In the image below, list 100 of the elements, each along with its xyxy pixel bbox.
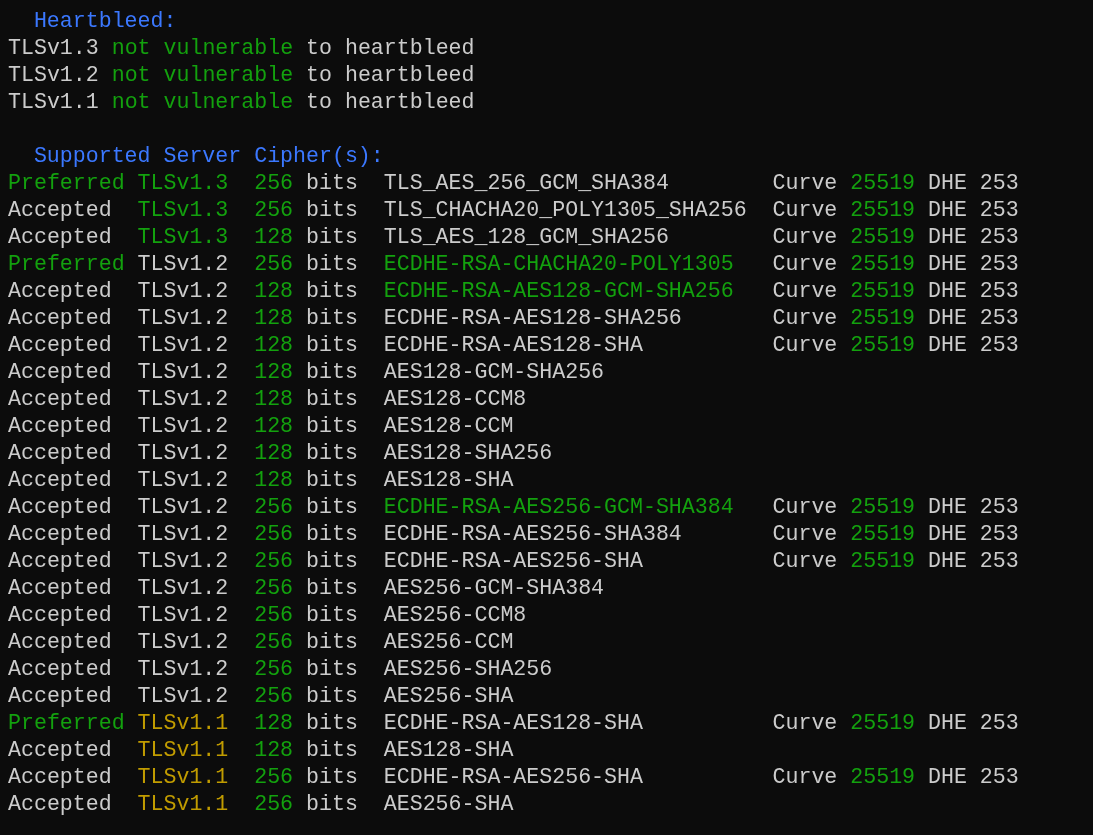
curve-value: 25519 [850,332,916,359]
cipher-text: ECDHE-RSA-AES256-SHA [383,549,643,573]
key-size-text: 256 [254,575,294,602]
status-text: Accepted [8,441,112,465]
protocol-text: TLSv1.1 [137,765,229,789]
dhe-text: DHE 253 [928,224,1019,251]
key-size-text: 128 [254,278,294,305]
key-size-text: 128 [254,710,294,737]
unit-text: bits [306,791,358,818]
key-size-text: 256 [254,764,294,791]
protocol-text: TLSv1.3 [137,171,229,195]
protocol-text: TLSv1.1 [137,792,229,816]
status-text: Accepted [8,360,112,384]
curve-label: Curve [772,278,838,305]
cipher-text: AES256-SHA256 [383,657,553,681]
key-size-text: 256 [254,494,294,521]
dhe-text: DHE 253 [928,332,1019,359]
curve-label: Curve [772,251,838,278]
curve-value: 25519 [850,278,916,305]
unit-text: bits [306,224,358,251]
unit-text: bits [306,170,358,197]
dhe-text: DHE 253 [928,494,1019,521]
status-text: Accepted [8,684,112,708]
cipher-text: ECDHE-RSA-AES256-SHA384 [383,522,682,546]
curve-value: 25519 [850,224,916,251]
curve-label: Curve [772,521,838,548]
dhe-text: DHE 253 [928,764,1019,791]
cipher-text: ECDHE-RSA-AES128-SHA [383,333,643,357]
curve-value: 25519 [850,305,916,332]
unit-text: bits [306,710,358,737]
unit-text: bits [306,467,358,494]
section-heading: Supported Server Cipher(s): [32,143,385,170]
key-size-text: 256 [254,251,294,278]
protocol-text: TLSv1.1 [137,738,229,762]
cipher-text: ECDHE-RSA-AES128-SHA256 [383,306,682,330]
curve-value: 25519 [850,197,916,224]
curve-label: Curve [772,305,838,332]
status-text: Accepted [8,522,112,546]
curve-value: 25519 [850,521,916,548]
key-size-text: 128 [254,467,294,494]
section-heading: Heartbleed: [32,8,178,35]
curve-label: Curve [772,548,838,575]
protocol-text: TLSv1.2 [137,468,229,492]
curve-value: 25519 [850,251,916,278]
status-text: Preferred [8,171,125,195]
protocol-text: TLSv1.2 [137,360,229,384]
unit-text: bits [306,440,358,467]
status-text: Accepted [8,792,112,816]
cipher-text: ECDHE-RSA-AES128-GCM-SHA256 [383,279,734,303]
cipher-text: AES256-CCM [383,630,514,654]
status-text: Accepted [8,198,112,222]
unit-text: bits [306,656,358,683]
status-text: Accepted [8,765,112,789]
status-text: Accepted [8,333,112,357]
status-text: Accepted [8,306,112,330]
result-text: to heartbleed [306,62,475,89]
cipher-text: AES256-GCM-SHA384 [383,576,605,600]
curve-value: 25519 [850,710,916,737]
protocol-text: TLSv1.2 [137,495,229,519]
status-text: not vulnerable [111,62,294,89]
curve-value: 25519 [850,764,916,791]
status-text: Accepted [8,225,112,249]
protocol-text: TLSv1.3 [137,225,229,249]
key-size-text: 256 [254,197,294,224]
dhe-text: DHE 253 [928,521,1019,548]
unit-text: bits [306,278,358,305]
status-text: not vulnerable [111,89,294,116]
cipher-text: AES256-CCM8 [383,603,527,627]
status-text: Accepted [8,657,112,681]
protocol-text: TLSv1.2 [137,387,229,411]
key-size-text: 128 [254,386,294,413]
protocol-text: TLSv1.1 [8,89,99,116]
status-text: Accepted [8,738,112,762]
key-size-text: 128 [254,737,294,764]
protocol-text: TLSv1.2 [137,252,229,276]
protocol-text: TLSv1.2 [137,549,229,573]
key-size-text: 256 [254,683,294,710]
curve-label: Curve [772,710,838,737]
unit-text: bits [306,332,358,359]
cipher-text: AES128-SHA256 [383,441,553,465]
cipher-text: AES128-SHA [383,738,514,762]
curve-label: Curve [772,494,838,521]
unit-text: bits [306,602,358,629]
key-size-text: 128 [254,332,294,359]
unit-text: bits [306,413,358,440]
unit-text: bits [306,494,358,521]
key-size-text: 128 [254,413,294,440]
status-text: Accepted [8,279,112,303]
curve-label: Curve [772,197,838,224]
key-size-text: 256 [254,521,294,548]
key-size-text: 128 [254,359,294,386]
cipher-text: ECDHE-RSA-AES128-SHA [383,711,643,735]
status-text: Accepted [8,603,112,627]
protocol-text: TLSv1.2 [137,279,229,303]
unit-text: bits [306,683,358,710]
unit-text: bits [306,737,358,764]
protocol-text: TLSv1.2 [137,657,229,681]
cipher-text: AES128-CCM [383,414,514,438]
dhe-text: DHE 253 [928,170,1019,197]
curve-label: Curve [772,764,838,791]
